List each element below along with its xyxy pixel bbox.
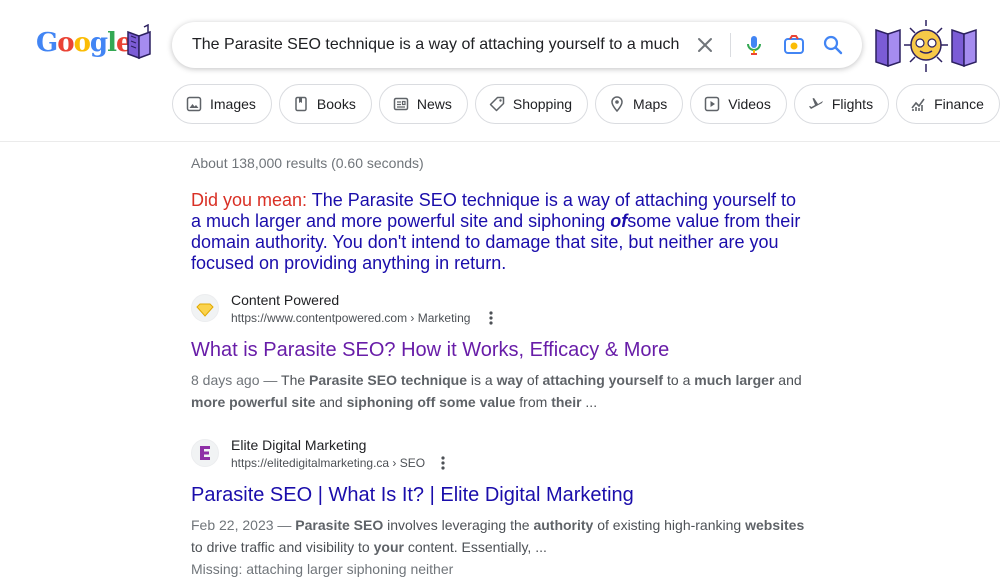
snippet-bold-term: websites [745, 517, 805, 533]
video-icon [705, 96, 720, 112]
chip-label: News [416, 96, 452, 112]
search-input[interactable]: The Parasite SEO technique is a way of a… [192, 36, 687, 54]
snippet-text: to drive traffic and visibility to [191, 539, 374, 555]
chip-flights[interactable]: Flights [793, 84, 890, 124]
chip-label: Videos [728, 96, 771, 112]
snippet-bold-term: siphoning off some value [346, 394, 516, 410]
snippet-bold-term: their [551, 394, 582, 410]
chip-images[interactable]: Images [172, 84, 272, 124]
chip-label: Images [210, 96, 256, 112]
tag-icon [489, 96, 505, 112]
snippet-bold-term: Parasite SEO technique [309, 372, 467, 388]
result-site-name: Elite Digital Marketing [231, 437, 367, 453]
chip-finance[interactable]: Finance [896, 84, 1000, 124]
snippet-text: of existing high-ranking [593, 517, 746, 533]
finance-chart-icon [911, 98, 925, 111]
snippet-text: from [515, 394, 552, 410]
diamond-icon [196, 303, 214, 317]
snippet-text: ... [581, 394, 598, 410]
chip-label: Books [316, 96, 356, 112]
search-result: Content Powered https://www.contentpower… [191, 292, 811, 413]
chip-maps[interactable]: Maps [595, 84, 684, 124]
result-title-link[interactable]: Parasite SEO | What Is It? | Elite Digit… [191, 482, 811, 508]
snippet-text: involves leveraging the [383, 517, 534, 533]
result-snippet: Feb 22, 2023 — Parasite SEO involves lev… [191, 514, 811, 558]
doodle-sun-books-icon[interactable] [872, 18, 980, 74]
result-date: 8 days ago — [191, 372, 282, 388]
snippet-bold-term: your [373, 539, 404, 555]
snippet-bold-term: Parasite SEO [295, 517, 384, 533]
chip-videos[interactable]: Videos [690, 84, 787, 124]
snippet-bold-term: much larger [694, 372, 775, 388]
snippet-text: and [774, 372, 802, 388]
map-pin-icon [611, 96, 623, 112]
snippet-text: content. Essentially, ... [403, 539, 547, 555]
microphone-icon[interactable] [742, 33, 766, 57]
contentpowered-favicon [191, 294, 219, 322]
chip-news[interactable]: News [378, 84, 468, 124]
snippet-text: of [523, 372, 543, 388]
search-filter-chips: Images Books News Shopping Maps Videos F… [172, 84, 1000, 126]
search-divider [730, 33, 731, 57]
result-title-link[interactable]: What is Parasite SEO? How it Works, Effi… [191, 337, 811, 363]
snippet-bold-term: way [496, 372, 524, 388]
result-url: https://elitedigitalmarketing.ca › SEO [231, 456, 426, 470]
chip-shopping[interactable]: Shopping [474, 84, 589, 124]
chip-books[interactable]: Books [278, 84, 372, 124]
did-you-mean-emphasis[interactable]: of [610, 211, 627, 231]
search-result: Elite Digital Marketing https://elitedig… [191, 437, 811, 580]
result-site-name: Content Powered [231, 292, 340, 308]
more-options-icon[interactable] [484, 310, 498, 326]
google-doodle-logo[interactable]: Google [36, 24, 156, 64]
result-url: https://www.contentpowered.com › Marketi… [231, 311, 471, 325]
result-snippet: 8 days ago — The Parasite SEO technique … [191, 369, 811, 413]
result-source[interactable]: Content Powered https://www.contentpower… [191, 292, 811, 326]
image-icon [186, 96, 202, 112]
did-you-mean[interactable]: Did you mean: The Parasite SEO technique… [191, 190, 811, 274]
airplane-icon [808, 98, 823, 109]
result-source[interactable]: Elite Digital Marketing https://elitedig… [191, 437, 811, 471]
results-stats: About 138,000 results (0.60 seconds) [191, 155, 424, 171]
search-box[interactable]: The Parasite SEO technique is a way of a… [172, 22, 862, 68]
header-divider [0, 141, 1000, 142]
result-missing-terms: Missing: attaching larger siphoning neit… [191, 561, 454, 577]
snippet-text: to a [663, 372, 695, 388]
snippet-text: and [315, 394, 347, 410]
book-doodle-icon [127, 24, 151, 60]
chip-label: Flights [831, 96, 874, 112]
snippet-bold-term: more powerful site [191, 394, 316, 410]
news-icon [393, 97, 409, 111]
chip-label: Finance [934, 96, 984, 112]
snippet-text: is a [467, 372, 497, 388]
snippet-bold-term: authority [533, 517, 594, 533]
result-date: Feb 22, 2023 — [191, 517, 296, 533]
snippet-text: The [281, 372, 310, 388]
snippet-bold-term: attaching yourself [542, 372, 664, 388]
chip-label: Shopping [512, 96, 573, 112]
search-icon[interactable] [821, 33, 845, 57]
elitedigital-favicon [191, 439, 219, 467]
logo-wordmark: Google [36, 28, 133, 58]
clear-icon[interactable] [693, 33, 717, 57]
elite-logo-icon [200, 446, 210, 460]
did-you-mean-label: Did you mean: [191, 190, 308, 210]
camera-lens-icon[interactable] [782, 33, 806, 57]
book-icon [295, 96, 307, 112]
chip-label: Maps [633, 96, 668, 112]
more-options-icon[interactable] [436, 455, 450, 471]
